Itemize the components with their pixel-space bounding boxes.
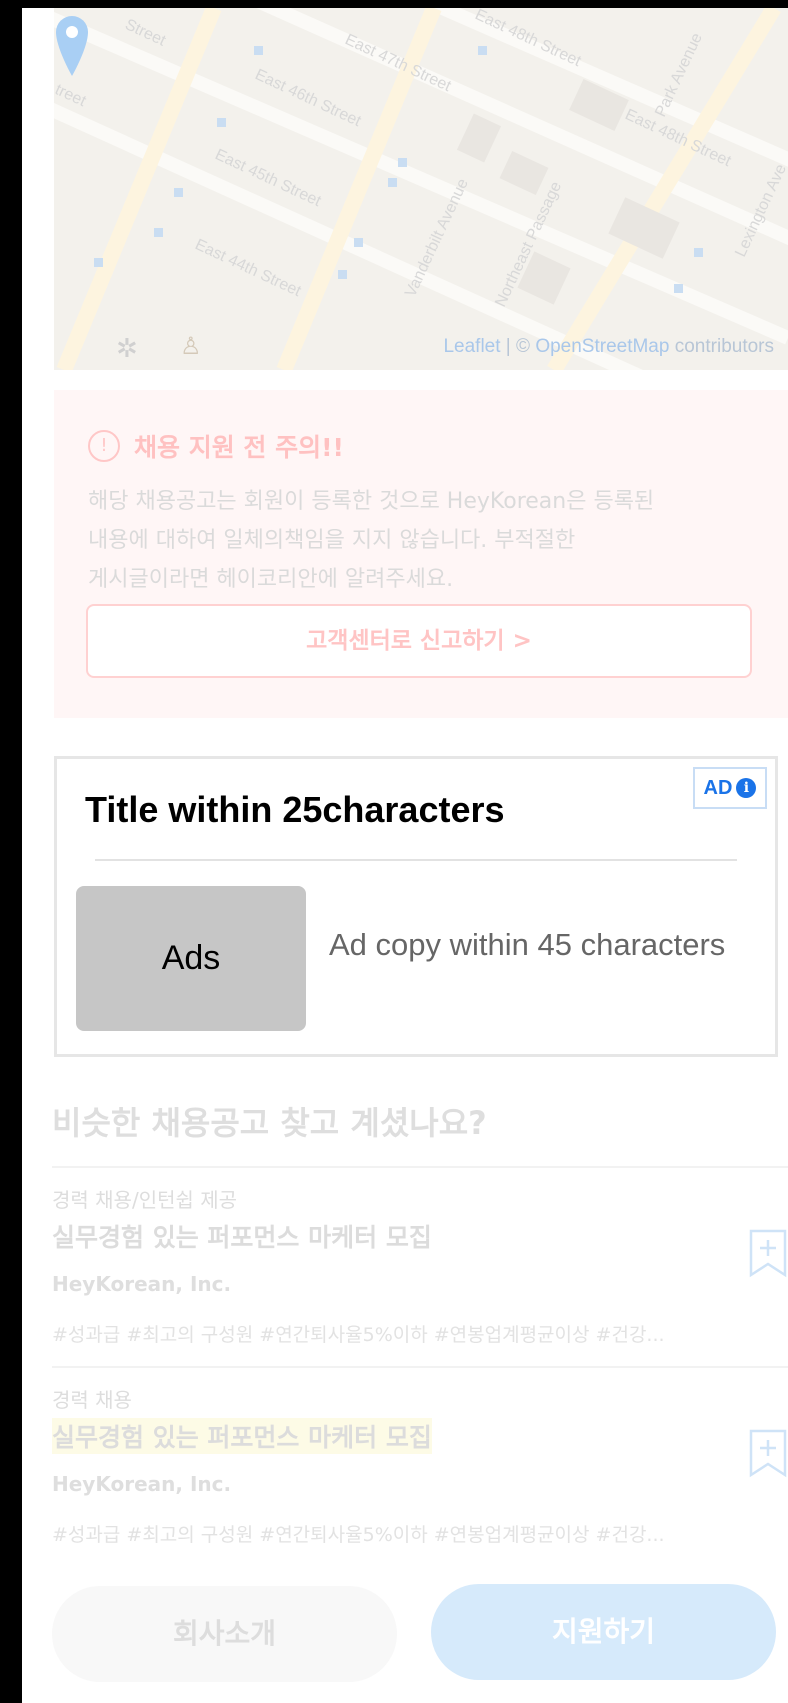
location-map[interactable]: Street treet East 47th Street East 48th … [54, 8, 788, 370]
job-tags: #성과급 #최고의 구성원 #연간퇴사율5%이하 #연봉업계평균이상 #건강..… [52, 1524, 665, 1546]
attribution-suffix: contributors [669, 336, 774, 357]
person-icon: ♙ [180, 332, 202, 360]
bottom-action-bar: 회사소개 지원하기 [22, 1564, 788, 1703]
street-label: East 46th Street [252, 66, 364, 130]
alert-icon: ! [88, 430, 120, 462]
job-title[interactable]: 실무경험 있는 퍼포먼스 마케터 모집 [52, 1418, 432, 1454]
warning-title: ! 채용 지원 전 주의!! [88, 428, 344, 464]
ad-title: Title within 25characters [85, 789, 505, 830]
apply-button[interactable]: 지원하기 [431, 1584, 776, 1680]
location-pin-icon[interactable] [54, 8, 90, 78]
bookmark-add-icon[interactable] [748, 1428, 788, 1478]
job-type: 경력 채용 [52, 1388, 132, 1412]
leaflet-link[interactable]: Leaflet [443, 336, 500, 357]
page: Street treet East 47th Street East 48th … [22, 8, 788, 1703]
attribution-separator: | © [500, 336, 536, 357]
job-type: 경력 채용/인턴쉽 제공 [52, 1188, 238, 1212]
ad-badge[interactable]: AD i [693, 767, 767, 809]
ad-image-label: Ads [161, 939, 221, 977]
similar-jobs-heading: 비슷한 채용공고 찾고 계셨나요? [52, 1104, 487, 1142]
warning-line: 내용에 대하여 일체의책임을 지지 않습니다. 부적절한 [88, 528, 576, 553]
ad-divider [95, 859, 737, 861]
ad-card[interactable]: AD i Title within 25characters Ads Ad co… [54, 756, 778, 1057]
job-company: HeyKorean, Inc. [52, 1472, 232, 1496]
street-label: East 44th Street [192, 236, 304, 300]
job-list-item[interactable]: 경력 채용/인턴쉽 제공 실무경험 있는 퍼포먼스 마케터 모집 HeyKore… [52, 1166, 788, 1350]
warning-line: 해당 채용공고는 회원이 등록한 것으로 HeyKorean은 등록된 [88, 489, 655, 514]
report-button[interactable]: 고객센터로 신고하기 > [86, 604, 752, 678]
bookmark-add-icon[interactable] [748, 1228, 788, 1278]
company-info-button[interactable]: 회사소개 [52, 1586, 397, 1682]
map-tiles: Street treet East 47th Street East 48th … [54, 8, 788, 370]
job-list-item[interactable]: 경력 채용 실무경험 있는 퍼포먼스 마케터 모집 HeyKorean, Inc… [52, 1366, 788, 1550]
ad-badge-label: AD [703, 776, 733, 799]
osm-link[interactable]: OpenStreetMap [535, 336, 669, 357]
job-tags: #성과급 #최고의 구성원 #연간퇴사율5%이하 #연봉업계평균이상 #건강..… [52, 1324, 665, 1346]
street-label: East 48th Street [472, 8, 584, 70]
job-title[interactable]: 실무경험 있는 퍼포먼스 마케터 모집 [52, 1218, 432, 1254]
warning-line: 게시글이라면 헤이코리안에 알려주세요. [88, 567, 454, 592]
warning-title-text: 채용 지원 전 주의!! [134, 433, 344, 462]
info-icon: i [736, 778, 757, 798]
job-company: HeyKorean, Inc. [52, 1272, 232, 1296]
gear-icon: ✲ [116, 334, 138, 364]
ad-image: Ads [76, 886, 306, 1031]
application-warning: ! 채용 지원 전 주의!! 해당 채용공고는 회원이 등록한 것으로 HeyK… [54, 390, 788, 718]
ad-copy: Ad copy within 45 characters [329, 927, 726, 962]
map-attribution: Leaflet | © OpenStreetMap contributors [443, 336, 774, 358]
warning-body: 해당 채용공고는 회원이 등록한 것으로 HeyKorean은 등록된 내용에 … [88, 482, 738, 599]
